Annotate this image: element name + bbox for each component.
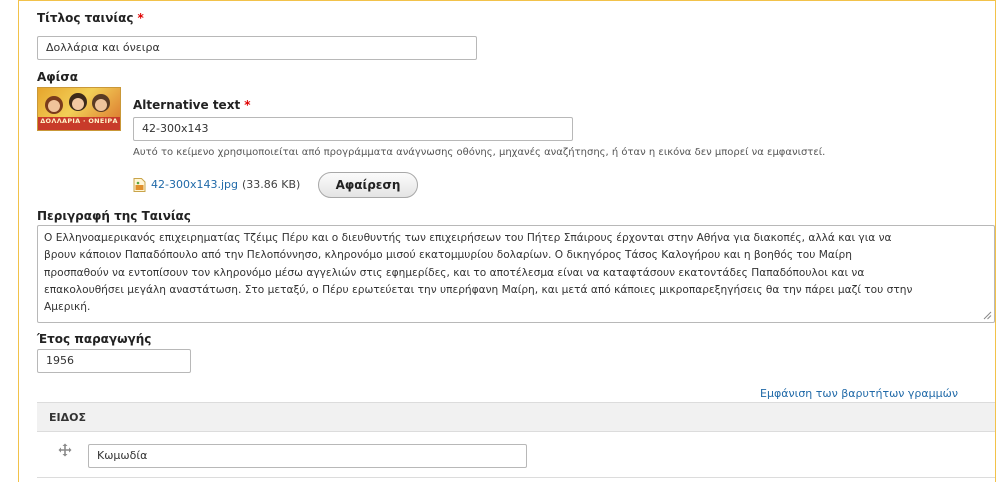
required-mark: * [244,98,251,112]
description-line: επακολουθήσει μεγάλη αναστάτωση. Στο μετ… [44,283,913,296]
file-size: (33.86 KB) [242,177,301,191]
drag-handle-icon[interactable] [58,443,72,457]
file-link[interactable]: 42-300x143.jpg [151,178,238,191]
genre-table-header: ΕΙΔΟΣ [37,402,995,432]
movie-title-label-text: Τίτλος ταινίας [37,11,134,25]
image-file-icon [133,177,146,192]
poster-thumbnail: ΔΟΛΛΑΡΙΑ · ΟΝΕΙΡΑ [37,87,121,131]
alt-text-input[interactable]: 42-300x143 [133,117,573,141]
movie-title-input[interactable]: Δολλάρια και όνειρα [37,36,477,60]
description-line: Ο Ελληνοαμερικανός επιχειρηματίας Τζέιμς… [44,232,892,244]
file-info: 42-300x143.jpg (33.86 KB) [133,177,301,192]
required-mark: * [137,11,144,25]
genre-input[interactable]: Κωμωδία [88,444,527,468]
description-line: βρουν κάποιον Παπαδόπουλο από την Πελοπό… [44,249,852,262]
show-row-weights-link[interactable]: Εμφάνιση των βαρυτήτων γραμμών [760,387,996,400]
resize-grip-icon[interactable] [983,311,992,320]
poster-title-text: ΔΟΛΛΑΡΙΑ · ΟΝΕΙΡΑ [40,117,118,125]
remove-button[interactable]: Αφαίρεση [318,172,418,198]
production-year-input[interactable]: 1956 [37,349,191,373]
poster-label: Αφίσα [37,70,78,84]
production-year-label: Έτος παραγωγής [37,332,152,346]
alt-text-description: Αυτό το κείμενο χρησιμοποιείται από προγ… [133,147,826,158]
alt-text-label-text: Alternative text [133,98,241,112]
movie-title-label: Τίτλος ταινίας * [37,11,144,25]
description-label: Περιγραφή της Ταινίας [37,209,191,223]
description-line: Αμερική. [44,301,91,314]
table-row: Κωμωδία [37,432,995,478]
description-line: προσπαθούν να εντοπίσουν τον κληρονόμο μ… [44,266,865,279]
description-textarea[interactable]: Ο Ελληνοαμερικανός επιχειρηματίας Τζέιμς… [37,225,995,323]
alt-text-label: Alternative text * [133,98,250,112]
